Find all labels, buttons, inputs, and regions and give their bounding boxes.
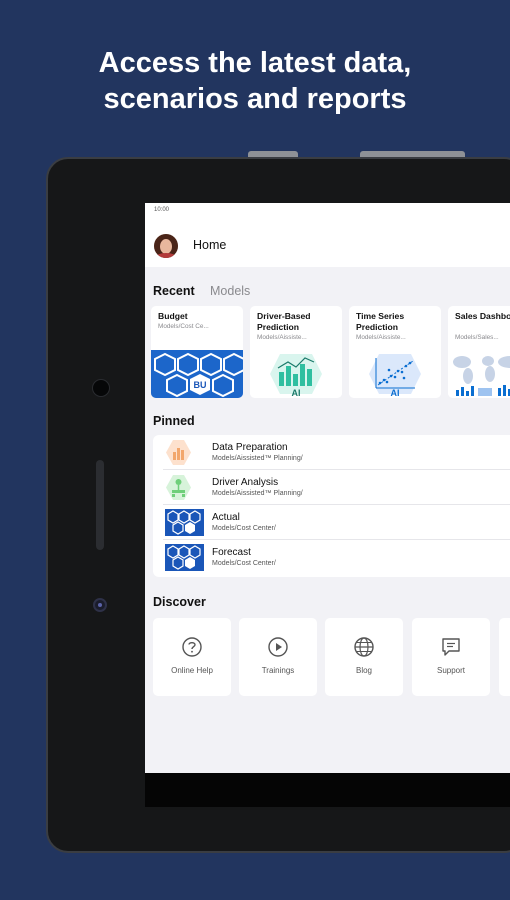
pinned-list: Data Preparation Models/Aissisted™ Plann… [153,435,510,577]
world-map-dashboard-thumbnail [448,350,510,398]
question-circle-icon [182,637,202,657]
discover-online-help[interactable]: Online Help [153,618,231,696]
pinned-item-path: Models/Aissisted™ Planning/ [212,490,303,497]
card-path: Models/Aissiste... [257,334,307,341]
discover-trainings[interactable]: Trainings [239,618,317,696]
recent-card-sales-dashboard[interactable]: Sales Dashboard Models/Sales... [448,306,510,398]
discover-section-title: Discover [153,595,206,609]
ai-thumb-text: AI [391,388,400,398]
card-title: Time Series Prediction [356,311,405,332]
tab-models[interactable]: Models [210,284,250,298]
discover-card-partial[interactable] [499,618,510,696]
card-path: Models/Cost Ce... [158,323,209,330]
card-path: Models/Sales... [455,334,499,341]
pinned-item-data-preparation[interactable]: Data Preparation Models/Aissisted™ Plann… [153,435,510,470]
device-side-slot [96,460,104,550]
pinned-item-title: Data Preparation [212,442,288,453]
ambient-sensor [93,598,107,612]
pinned-item-actual[interactable]: Actual Models/Cost Center/ [153,505,510,540]
recent-card-driver-based-prediction[interactable]: Driver-Based Prediction Models/Aissiste.… [250,306,342,398]
discover-label: Blog [355,666,372,675]
discover-label: Trainings [261,666,295,675]
pinned-section-title: Pinned [153,414,195,428]
card-title: Budget [158,311,188,321]
play-circle-icon [268,637,288,657]
pinned-item-title: Actual [212,512,240,523]
pinned-item-path: Models/Aissisted™ Planning/ [212,455,303,462]
promo-headline-line-1: Access the latest data, [98,47,412,79]
forecast-model-icon [165,544,204,571]
recent-card-budget[interactable]: Budget Models/Cost Ce... BU [151,306,243,398]
card-title: Sales Dashboard [455,311,510,321]
discover-label: Online Help [171,666,213,675]
discover-support[interactable]: Support [412,618,490,696]
pinned-item-forecast[interactable]: Forecast Models/Cost Center/ [153,540,510,575]
navigation-bar [145,773,510,807]
front-camera [92,379,110,397]
pinned-item-path: Models/Cost Center/ [212,525,276,532]
promo-headline-line-2: scenarios and reports [103,83,407,115]
ai-bar-chart-thumbnail: AI [250,350,342,398]
globe-icon [354,637,374,657]
pinned-item-title: Driver Analysis [212,477,279,488]
driver-analysis-icon [166,475,191,500]
status-time: 10:00 [154,207,170,213]
pinned-item-driver-analysis[interactable]: Driver Analysis Models/Aissisted™ Planni… [153,470,510,505]
tab-recent[interactable]: Recent [153,284,195,298]
pinned-item-title: Forecast [212,547,251,558]
recent-card-time-series-prediction[interactable]: Time Series Prediction Models/Aissiste..… [349,306,441,398]
data-preparation-icon [166,440,191,465]
app-header: Home [145,221,510,267]
budget-hexagon-thumbnail: BU [151,350,243,398]
ai-scatter-chart-thumbnail: AI [349,350,441,398]
actual-model-icon [165,509,204,536]
ai-thumb-text: AI [292,388,301,398]
pinned-item-path: Models/Cost Center/ [212,560,276,567]
status-bar: 10:00 [145,203,510,221]
app-screen: 10:00 Home Recent Models Budget Models/C… [145,203,510,773]
avatar[interactable] [154,234,178,258]
budget-thumb-text: BU [194,380,207,390]
card-path: Models/Aissiste... [356,334,406,341]
message-icon [442,638,460,656]
page-title: Home [193,238,227,252]
card-title: Driver-Based Prediction [257,311,311,332]
discover-label: Support [436,666,466,675]
discover-blog[interactable]: Blog [325,618,403,696]
